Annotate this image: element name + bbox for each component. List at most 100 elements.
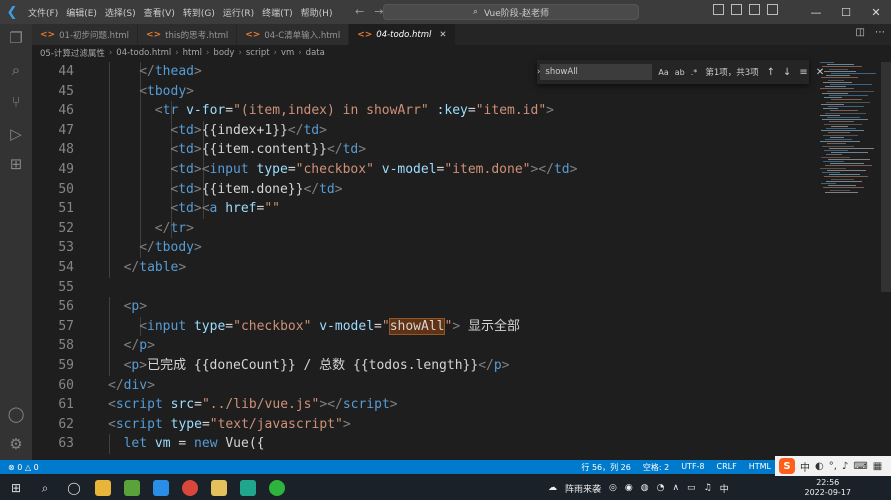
tray-icon[interactable]: ◉ <box>625 483 633 493</box>
line-number[interactable]: 44 <box>32 62 74 82</box>
code-line[interactable]: 54 </table> <box>32 258 822 278</box>
encoding[interactable]: UTF-8 <box>681 462 704 473</box>
code-line[interactable]: 50 <td>{{item.done}}</td> <box>32 179 822 200</box>
code-line[interactable]: 57 <input type="checkbox" v-model="showAl… <box>32 316 822 337</box>
regex-icon[interactable]: .* <box>691 68 698 77</box>
folder-icon[interactable] <box>207 476 231 500</box>
code-editor[interactable]: 44 </thead> 45 <tbody> 46 <tr v-for="(item,in… <box>32 62 891 460</box>
code-line[interactable]: 63 let vm = new Vue({ <box>32 434 822 454</box>
tab-this[interactable]: <> this的思考.html <box>138 24 238 45</box>
menu-item-edit[interactable]: 编辑(E) <box>66 6 97 19</box>
wechat-icon[interactable] <box>265 476 289 500</box>
search-icon[interactable]: ⌕ <box>6 60 26 80</box>
breadcrumb-item[interactable]: 05-计算过滤属性 <box>40 47 105 59</box>
half-moon-icon[interactable]: ◐ <box>815 461 824 472</box>
code-line[interactable]: 49 <td><input type="checkbox" v-model="it… <box>32 160 822 180</box>
line-number[interactable]: 48 <box>32 140 74 160</box>
maximize-button[interactable]: ☐ <box>831 0 861 24</box>
line-number[interactable]: 51 <box>32 199 74 219</box>
network-icon[interactable]: ▭ <box>687 483 696 493</box>
line-number[interactable]: 50 <box>32 180 74 200</box>
task-view-icon[interactable]: ◯ <box>62 476 86 500</box>
sogou-logo-icon[interactable]: S <box>779 458 795 474</box>
end-of-line[interactable]: CRLF <box>717 462 737 473</box>
volume-icon[interactable]: ♫ <box>704 483 712 493</box>
code-line[interactable]: 55 <box>32 278 822 298</box>
extensions-icon[interactable]: ⊞ <box>6 154 26 174</box>
comma-icon[interactable]: °, <box>829 461 837 472</box>
toggle-secondary-sidebar-icon[interactable] <box>749 4 760 15</box>
line-number[interactable]: 61 <box>32 395 74 415</box>
code-line[interactable]: 56 <p> <box>32 297 822 317</box>
line-number[interactable]: 55 <box>32 278 74 298</box>
breadcrumb-item[interactable]: script <box>246 48 270 58</box>
microphone-icon[interactable]: ♪ <box>842 461 848 472</box>
line-number[interactable]: 46 <box>32 101 74 121</box>
close-tab-icon[interactable]: ✕ <box>439 30 446 40</box>
clock[interactable]: 22:56 2022-09-17 <box>805 478 852 498</box>
language-mode[interactable]: HTML <box>749 462 771 473</box>
menu-item-file[interactable]: 文件(F) <box>28 6 58 19</box>
webstorm-icon[interactable] <box>236 476 260 500</box>
menu-item-view[interactable]: 查看(V) <box>144 6 175 19</box>
more-actions-icon[interactable]: ⋯ <box>875 27 885 38</box>
vertical-scrollbar[interactable] <box>881 62 891 292</box>
line-number[interactable]: 54 <box>32 258 74 278</box>
account-icon[interactable]: ◯ <box>6 404 26 424</box>
line-number[interactable]: 49 <box>32 160 74 180</box>
find-in-selection-icon[interactable]: ≡ <box>799 67 807 78</box>
tab-04c[interactable]: <> 04-C清单输入.html <box>237 24 350 45</box>
run-debug-icon[interactable]: ▷ <box>6 124 26 144</box>
indentation[interactable]: 空格: 2 <box>643 462 669 473</box>
code-line[interactable]: 53 </tbody> <box>32 238 822 258</box>
tray-icon[interactable]: ◍ <box>641 483 649 493</box>
line-number[interactable]: 59 <box>32 356 74 376</box>
code-line[interactable]: 51 <td><a href="" <box>32 199 822 219</box>
windows-start-icon[interactable]: ⊞ <box>4 476 28 500</box>
tab-04-todo[interactable]: <> 04-todo.html ✕ <box>349 24 456 45</box>
tray-icon[interactable]: ◔ <box>657 483 665 493</box>
app-green-icon[interactable] <box>120 476 144 500</box>
find-input[interactable] <box>540 64 653 80</box>
line-number[interactable]: 53 <box>32 238 74 258</box>
menu-item-help[interactable]: 帮助(H) <box>301 6 333 19</box>
breadcrumb-item[interactable]: html <box>183 48 202 58</box>
line-number[interactable]: 63 <box>32 434 74 454</box>
settings-gear-icon[interactable]: ⚙ <box>6 434 26 454</box>
problems-indicator[interactable]: ⊗ 0 △ 0 <box>8 463 39 472</box>
line-number[interactable]: 58 <box>32 336 74 356</box>
menu-item-selection[interactable]: 选择(S) <box>105 6 136 19</box>
code-line[interactable]: 45 <tbody> <box>32 81 822 102</box>
code-line[interactable]: 58 </p> <box>32 336 822 356</box>
back-arrow-icon[interactable]: ← <box>355 5 364 18</box>
split-editor-icon[interactable]: ◫ <box>856 27 865 38</box>
breadcrumb-item[interactable]: 04-todo.html <box>116 48 171 58</box>
grid-icon[interactable]: ▦ <box>873 461 882 472</box>
breadcrumb-item[interactable]: body <box>213 48 234 58</box>
breadcrumb-item[interactable]: data <box>306 48 325 58</box>
code-line[interactable]: 46 <tr v-for="(item,index) in showArr" :k… <box>32 101 822 121</box>
line-number[interactable]: 56 <box>32 297 74 317</box>
code-line[interactable]: 61 <script src="../lib/vue.js"></script> <box>32 395 822 415</box>
weather-icon[interactable]: ☁ <box>548 483 557 493</box>
keyboard-icon[interactable]: ⌨ <box>853 461 867 472</box>
line-number[interactable]: 57 <box>32 317 74 337</box>
source-control-icon[interactable]: ⑂ <box>6 92 26 112</box>
ime-indicator-icon[interactable]: 中 <box>720 482 729 495</box>
minimap[interactable] <box>820 62 880 262</box>
toggle-sidebar-icon[interactable] <box>713 4 724 15</box>
line-number[interactable]: 62 <box>32 415 74 435</box>
menu-item-terminal[interactable]: 终端(T) <box>262 6 293 19</box>
line-number[interactable]: 60 <box>32 376 74 396</box>
minimize-button[interactable]: — <box>801 0 831 24</box>
code-line[interactable]: 47 <td>{{index+1}}</td> <box>32 120 822 141</box>
search-icon[interactable]: ⌕ <box>33 476 57 500</box>
breadcrumb-item[interactable]: vm <box>281 48 294 58</box>
match-case-icon[interactable]: Aa <box>658 68 668 77</box>
tray-icon[interactable]: ◎ <box>609 483 617 493</box>
command-center[interactable]: ⌕ Vue阶段-赵老师 <box>383 4 639 20</box>
customize-layout-icon[interactable] <box>767 4 778 15</box>
tab-01[interactable]: <> 01-初步问题.html <box>32 24 139 45</box>
chrome-icon[interactable] <box>178 476 202 500</box>
vscode-taskbar-icon[interactable] <box>149 476 173 500</box>
